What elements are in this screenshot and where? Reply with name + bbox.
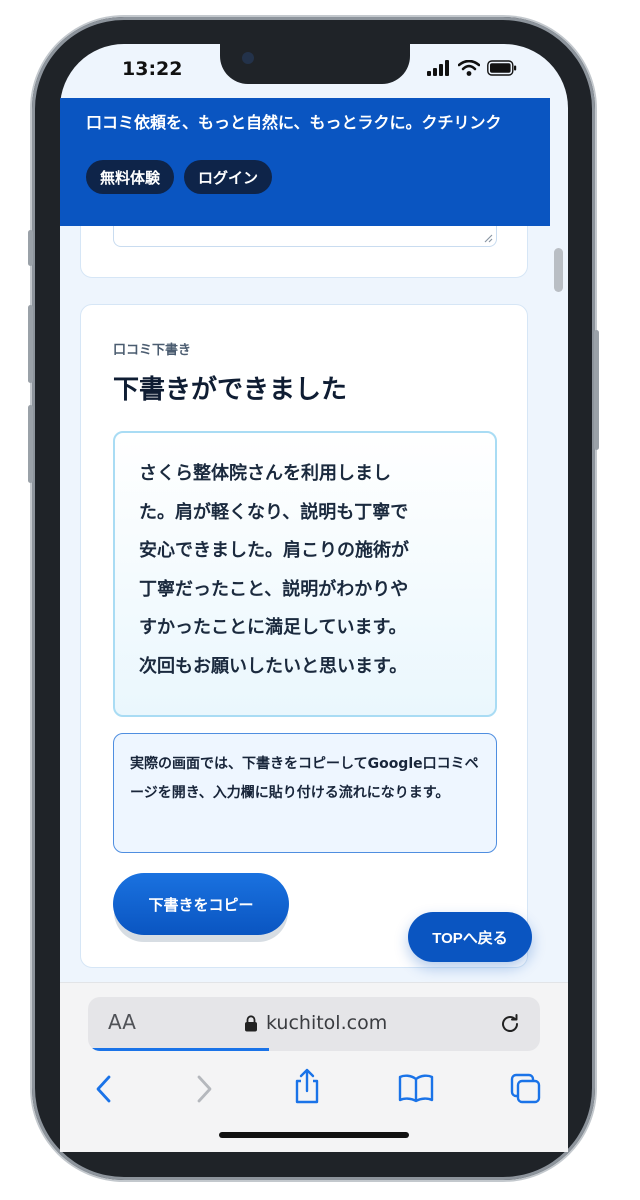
notch: [220, 44, 410, 84]
lock-icon: [245, 1014, 257, 1031]
draft-text-line: 丁寧だったこと、説明がわかりや: [139, 578, 409, 600]
resize-grip-icon[interactable]: [483, 233, 493, 243]
safari-bottom-bar: AA kuchitol.com: [60, 982, 568, 1152]
reload-icon[interactable]: [498, 1012, 522, 1036]
forward-icon[interactable]: [194, 1073, 214, 1105]
browser-toolbar: [60, 1068, 568, 1113]
page-content: 口コミ下書き 下書きができました さくら整体院さんを利用しまし た。肩が軽くなり…: [60, 226, 550, 982]
draft-text-line: 次回もお願いしたいと思います。: [139, 655, 408, 677]
volume-down-button: [28, 405, 33, 483]
share-icon[interactable]: [292, 1067, 322, 1105]
draft-text-line: すかったことに満足しています。: [139, 617, 407, 638]
draft-card: 口コミ下書き 下書きができました さくら整体院さんを利用しまし た。肩が軽くなり…: [80, 304, 528, 968]
home-indicator: [219, 1132, 409, 1138]
draft-card-label: 口コミ下書き: [113, 343, 192, 358]
wifi-icon: [458, 60, 480, 76]
draft-text-line: さくら整体院さんを利用しまし: [139, 463, 391, 484]
front-camera: [242, 52, 254, 64]
volume-up-button: [28, 305, 33, 383]
header-title: 口コミ依頼を、もっと自然に、もっとラクに。クチリンク: [86, 113, 502, 132]
back-icon[interactable]: [94, 1073, 114, 1105]
draft-card-title: 下書きができました: [113, 375, 348, 405]
scrollbar[interactable]: [554, 248, 563, 292]
status-icons: [427, 60, 517, 76]
tabs-icon[interactable]: [510, 1073, 542, 1105]
battery-icon: [487, 60, 517, 76]
input-textarea[interactable]: [113, 226, 497, 247]
copy-draft-button[interactable]: 下書きをコピー: [113, 873, 289, 935]
draft-text-line: た。肩が軽くなり、説明も丁寧で: [139, 501, 409, 523]
login-button[interactable]: ログイン: [184, 160, 273, 194]
page-load-progress: [88, 1048, 269, 1051]
instruction-note: 実際の画面では、下書きをコピーしてGoogle口コミページを開き、入力欄に貼り付…: [113, 733, 497, 853]
header-buttons: 無料体験 ログイン: [86, 160, 524, 194]
text-size-button[interactable]: AA: [108, 1010, 136, 1034]
draft-text-box: さくら整体院さんを利用しまし た。肩が軽くなり、説明も丁寧で 安心できました。肩…: [113, 431, 497, 717]
site-header: 口コミ依頼を、もっと自然に、もっとラクに。クチリンク 無料体験 ログイン: [60, 98, 550, 226]
bookmarks-icon[interactable]: [398, 1073, 434, 1103]
draft-text-line: 安心できました。肩こりの施術が: [139, 540, 409, 561]
status-time: 13:22: [122, 58, 183, 80]
back-to-top-button[interactable]: TOPへ戻る: [408, 912, 532, 962]
signal-icon: [427, 60, 449, 76]
url-display[interactable]: kuchitol.com: [244, 1012, 387, 1034]
address-bar[interactable]: AA kuchitol.com: [88, 997, 540, 1051]
free-trial-button[interactable]: 無料体験: [86, 160, 175, 194]
previous-card: [80, 226, 528, 278]
url-text: kuchitol.com: [266, 1012, 388, 1034]
mute-switch: [28, 230, 33, 266]
power-button: [594, 330, 599, 450]
